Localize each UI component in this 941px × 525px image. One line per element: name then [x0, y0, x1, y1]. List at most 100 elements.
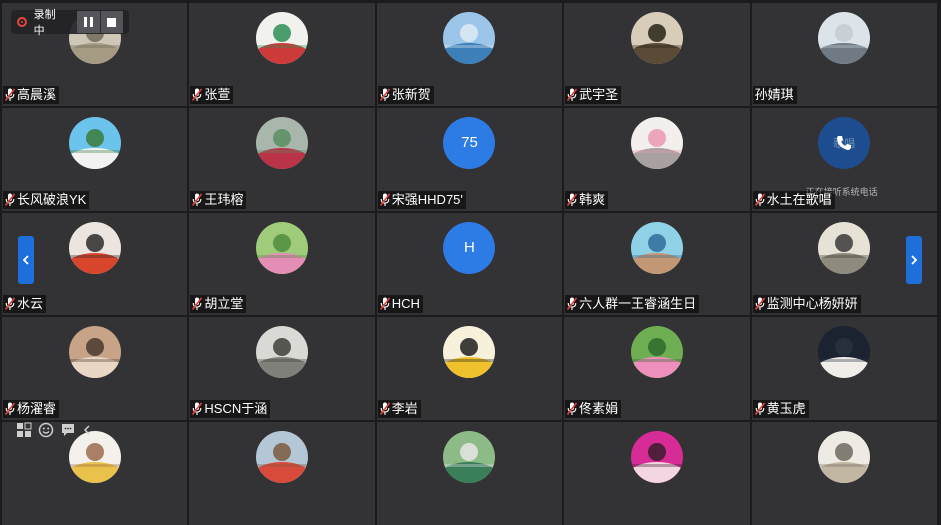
- chat-button[interactable]: [60, 422, 76, 438]
- mic-muted-icon: [379, 193, 390, 207]
- portrait-photo-icon: [68, 221, 121, 274]
- mic-muted-icon: [567, 297, 578, 311]
- mic-muted-icon: [192, 88, 203, 102]
- participant-tile[interactable]: 长风破浪YK: [2, 107, 188, 211]
- mic-muted-icon: [567, 402, 578, 416]
- participant-tile[interactable]: 胡立堂: [189, 212, 375, 316]
- participant-name-label: HCH: [377, 295, 423, 314]
- participant-name-label: 李岩: [377, 400, 421, 419]
- participant-name: HCH: [391, 296, 420, 312]
- mic-muted-icon: [192, 402, 203, 416]
- participant-tile[interactable]: 歌唱 正在接听系统电话 水土在歌唱: [751, 107, 937, 211]
- participant-name-label: 张萱: [190, 85, 234, 104]
- participant-tile[interactable]: [751, 422, 937, 525]
- participant-name: 六人群一王睿涵生日: [579, 296, 697, 312]
- mic-muted-icon: [567, 88, 578, 102]
- avatar-initials-text: H: [464, 239, 475, 257]
- participant-tile[interactable]: 黄玉虎: [751, 317, 937, 421]
- participant-tile[interactable]: 孙婧琪: [751, 3, 937, 106]
- person-photo-icon: [818, 12, 871, 64]
- mic-muted-icon: [192, 193, 203, 207]
- mic-muted-icon: [5, 402, 15, 416]
- chevron-left-icon: [22, 255, 29, 265]
- participant-tile[interactable]: 张新贺: [376, 3, 563, 106]
- participant-tile[interactable]: 李岩: [376, 317, 563, 421]
- participant-tile[interactable]: 佟素娟: [564, 317, 750, 421]
- participant-name-label: 武宇圣: [565, 85, 622, 104]
- ocean-photo-icon: [443, 12, 496, 64]
- participant-tile[interactable]: H HCH: [376, 212, 563, 316]
- mic-muted-icon: [5, 88, 15, 102]
- next-page-button[interactable]: [906, 236, 922, 284]
- participant-name-label: 杨濯睿: [3, 400, 60, 419]
- participant-name-label: 宋强HHD75': [377, 190, 466, 209]
- mic-muted-icon: [379, 297, 390, 311]
- layout-grid-icon: [17, 422, 32, 437]
- participant-name-label: 六人群一王睿涵生日: [565, 295, 700, 314]
- participant-name: 李岩: [391, 401, 418, 417]
- recording-label: 录制中: [33, 9, 56, 37]
- chat-bubble-icon: [62, 424, 74, 436]
- participant-name-label: 长风破浪YK: [3, 190, 90, 209]
- chevron-left-icon: [83, 425, 90, 435]
- reaction-button[interactable]: [38, 422, 54, 438]
- participant-name: 杨濯睿: [17, 401, 57, 417]
- lighthouse-photo-icon: [68, 116, 121, 169]
- participant-name: 水云: [17, 296, 44, 312]
- participant-name: 高晨溪: [17, 86, 57, 102]
- lotus-photo-icon: [256, 221, 309, 274]
- cartoon-elder-icon: [630, 221, 683, 274]
- child-photo-icon: [630, 326, 683, 379]
- building-photo-icon: [818, 431, 871, 484]
- participant-name-label: 佟素娟: [565, 400, 622, 419]
- participant-name: 宋强HHD75': [391, 191, 463, 207]
- pause-recording-button[interactable]: [77, 11, 100, 33]
- participant-name: 孙婧琪: [754, 86, 794, 102]
- participant-name: 韩爽: [579, 191, 606, 207]
- participant-name: 水土在歌唱: [766, 191, 832, 207]
- umbrella-photo-icon: [818, 221, 871, 274]
- participant-tile[interactable]: 75 宋强HHD75': [376, 107, 563, 211]
- mic-muted-icon: [5, 193, 15, 207]
- sketch-photo-icon: [256, 326, 309, 379]
- participant-name-label: 胡立堂: [190, 295, 247, 314]
- tree-photo-icon: [256, 116, 309, 169]
- participant-name-label: HSCN于涵: [190, 400, 271, 419]
- participant-tile[interactable]: HSCN于涵: [189, 317, 375, 421]
- participant-tile[interactable]: 六人群一王睿涵生日: [564, 212, 750, 316]
- family-photo-icon: [68, 326, 121, 379]
- floating-toolbar: [16, 420, 92, 440]
- chevron-right-icon: [911, 255, 918, 265]
- record-icon: [17, 17, 27, 27]
- participant-tile[interactable]: 武宇圣: [564, 3, 750, 106]
- participant-tile[interactable]: [189, 422, 375, 525]
- phone-icon: [835, 134, 853, 152]
- stop-icon: [107, 17, 117, 27]
- participant-name: 张萱: [204, 86, 231, 102]
- group-photo-icon: [256, 431, 309, 484]
- previous-page-button[interactable]: [18, 236, 34, 284]
- video-grid: 高晨溪 张萱 张新贺 武宇圣 孙婧琪长风破浪YK 王玮榕 75 宋强HHD75' 韩爽 歌唱 正在接…: [2, 3, 939, 525]
- participant-tile[interactable]: 杨濯睿: [2, 317, 188, 421]
- layout-button[interactable]: [16, 422, 32, 438]
- mic-muted-icon: [192, 297, 203, 311]
- phone-call-avatar: 歌唱: [818, 116, 871, 169]
- avatar-initials: 75: [443, 116, 496, 169]
- participant-tile[interactable]: 张萱: [189, 3, 375, 106]
- park-photo-icon: [443, 431, 496, 484]
- participant-tile[interactable]: [376, 422, 563, 525]
- participant-tile[interactable]: 韩爽: [564, 107, 750, 211]
- suit-photo-icon: [818, 326, 871, 379]
- emoji-icon: [38, 422, 54, 438]
- mic-muted-icon: [379, 402, 390, 416]
- recording-bar: 录制中: [11, 9, 129, 37]
- participant-tile[interactable]: [564, 422, 750, 525]
- participant-name: 黄玉虎: [766, 401, 806, 417]
- stop-recording-button[interactable]: [100, 11, 123, 33]
- participant-name: 武宇圣: [579, 86, 619, 102]
- collapse-toolbar-button[interactable]: [82, 424, 92, 436]
- participant-name-label: 韩爽: [565, 190, 609, 209]
- participant-name-label: 高晨溪: [3, 85, 60, 104]
- participant-tile[interactable]: 王玮榕: [189, 107, 375, 211]
- tunnel-photo-icon: [630, 12, 683, 64]
